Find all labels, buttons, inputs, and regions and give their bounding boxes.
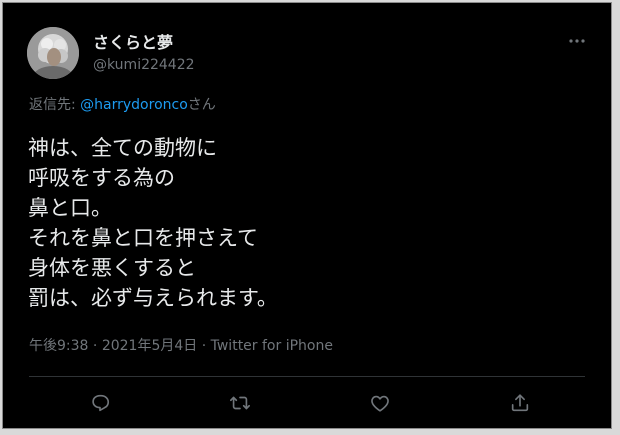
reply-context: 返信先: @harrydoroncoさん [29,95,216,115]
like-button[interactable] [365,388,395,418]
tweet-metadata: 午後9:38 · 2021年5月4日 · Twitter for iPhone [29,336,333,356]
tweet-header: さくらと夢 @kumi224422 [27,23,195,83]
meta-separator: · [197,338,211,354]
retweet-icon [230,396,250,410]
tweet-card: さくらと夢 @kumi224422 返信先: @harrydoroncoさん 神… [2,2,612,429]
tweet-date[interactable]: 2021年5月4日 [102,338,197,354]
reply-icon [92,394,110,412]
more-options-button[interactable] [565,31,589,51]
meta-separator: · [88,338,102,354]
retweet-button[interactable] [225,388,255,418]
more-horizontal-icon [569,39,585,43]
tweet-text-line: 鼻と口。 [28,196,112,220]
reply-button[interactable] [85,388,115,418]
user-handle[interactable]: @kumi224422 [93,55,195,75]
avatar-image [27,27,79,79]
display-name[interactable]: さくらと夢 [93,32,195,54]
tweet-text-line: 呼吸をする為の [28,166,175,190]
author-names: さくらと夢 @kumi224422 [93,32,195,75]
reply-suffix: さん [187,97,216,113]
action-bar [29,388,585,420]
tweet-text-line: 罰は、必ず与えられます。 [28,286,278,310]
tweet-text-line: それを鼻と口を押さえて [28,226,258,250]
reply-prefix: 返信先: [29,97,81,113]
share-button[interactable] [505,388,535,418]
heart-icon [371,395,389,412]
tweet-text: 神は、全ての動物に 呼吸をする為の 鼻と口。 それを鼻と口を押さえて 身体を悪く… [28,133,588,313]
divider [29,376,585,377]
avatar[interactable] [27,27,79,79]
tweet-time[interactable]: 午後9:38 [29,338,88,354]
reply-mention-link[interactable]: @harrydoronco [80,97,188,113]
tweet-source[interactable]: Twitter for iPhone [211,338,333,354]
tweet-text-line: 神は、全ての動物に [28,136,217,160]
share-icon [511,394,529,412]
tweet-text-line: 身体を悪くすると [28,256,196,280]
